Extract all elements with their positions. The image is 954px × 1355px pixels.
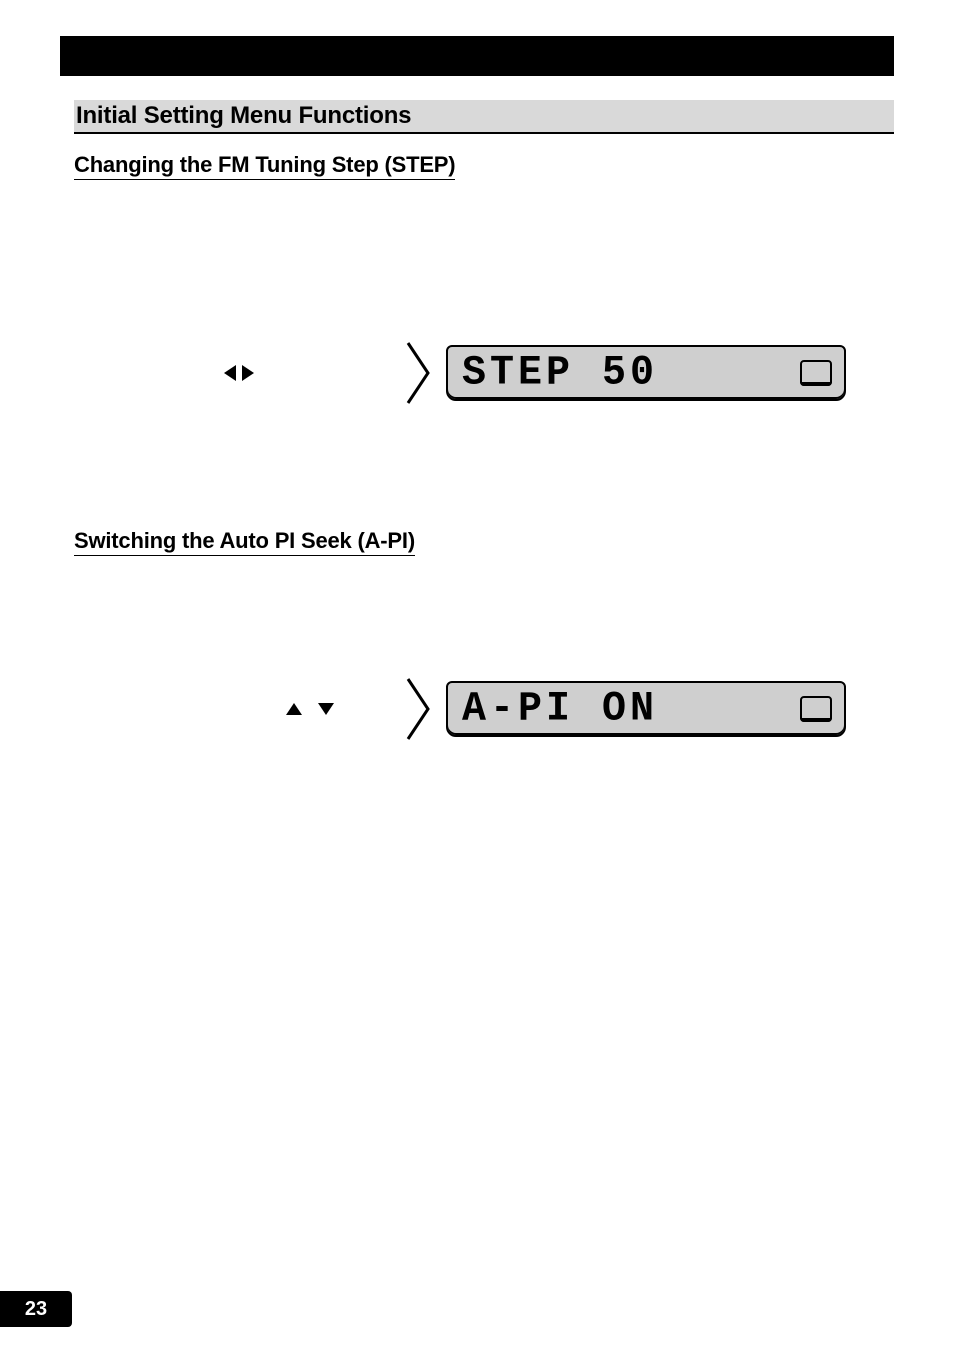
- step-subheading: Changing the FM Tuning Step (STEP): [74, 152, 455, 180]
- api-lcd-display: A-PI ON: [446, 681, 846, 737]
- api-arrow-hint: [74, 703, 404, 715]
- step-heading-wrap: Changing the FM Tuning Step (STEP): [74, 152, 894, 180]
- step-arrow-hint: [74, 365, 404, 381]
- step-row: STEP 50: [74, 338, 894, 408]
- step-lcd-display: STEP 50: [446, 345, 846, 401]
- lcd-cassette-icon: [800, 360, 832, 386]
- chevron-right-icon: [404, 677, 432, 741]
- left-arrow-icon: [224, 365, 236, 381]
- api-row: A-PI ON: [74, 674, 894, 744]
- step-lcd-text: STEP 50: [462, 349, 658, 396]
- lcd-cassette-icon: [800, 696, 832, 722]
- chevron-right-icon: [404, 341, 432, 405]
- page-number-tab: 23: [0, 1291, 72, 1327]
- page-number: 23: [25, 1298, 47, 1321]
- api-lcd-text: A-PI ON: [462, 685, 658, 732]
- down-arrow-icon: [318, 703, 334, 715]
- right-arrow-icon: [242, 365, 254, 381]
- section-heading: Initial Setting Menu Functions: [74, 100, 894, 134]
- up-arrow-icon: [286, 703, 302, 715]
- api-lcd-wrap: A-PI ON: [404, 677, 846, 741]
- api-subheading: Switching the Auto PI Seek (A-PI): [74, 528, 415, 556]
- top-black-bar: [60, 36, 894, 76]
- page-content: Initial Setting Menu Functions Changing …: [74, 100, 894, 744]
- step-lcd-wrap: STEP 50: [404, 341, 846, 405]
- api-heading-wrap: Switching the Auto PI Seek (A-PI): [74, 528, 894, 556]
